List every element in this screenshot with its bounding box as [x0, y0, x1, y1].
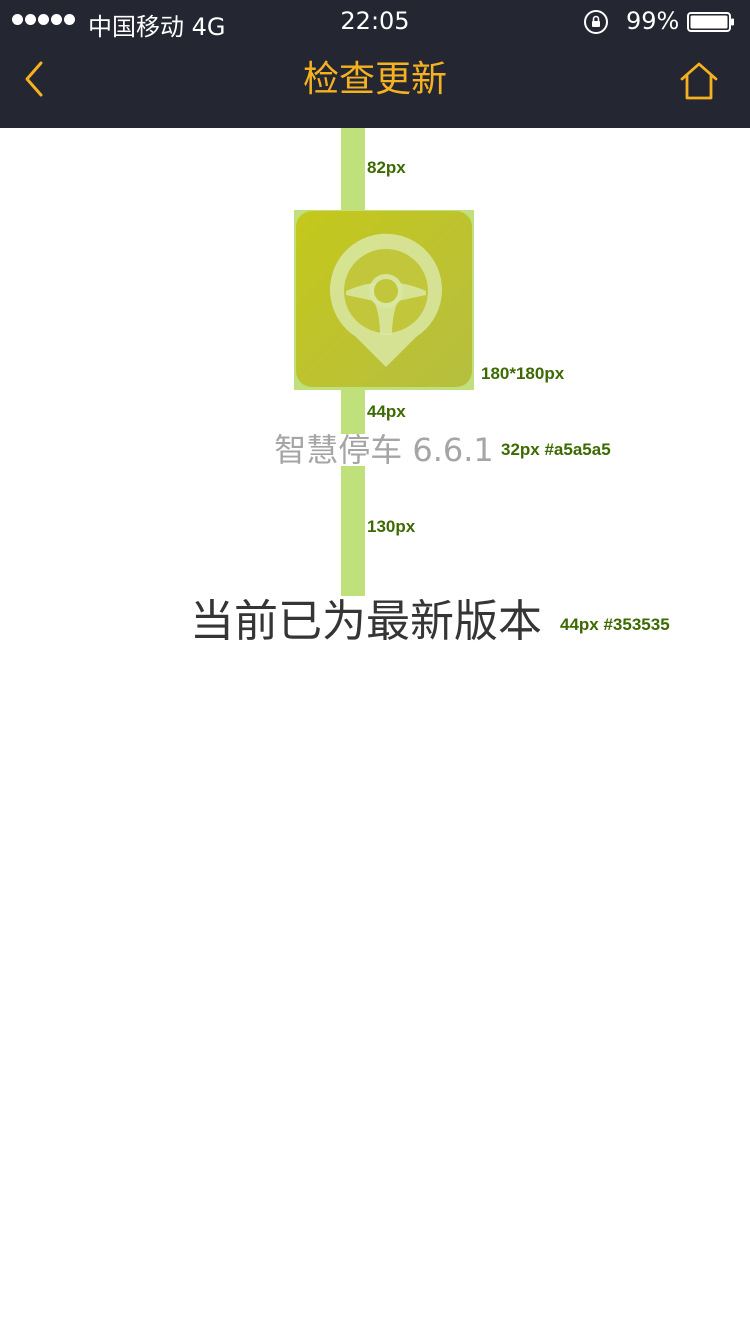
battery-icon	[687, 12, 734, 32]
battery-percent: 99%	[626, 7, 680, 35]
annotation-name-spec: 32px #a5a5a5	[501, 440, 611, 459]
steering-wheel-pin-icon	[330, 233, 442, 367]
update-check-screen: 中国移动 4G 22:05 99% 检查更新 82px 180*180px 44…	[0, 0, 750, 1334]
annotation-top-gap: 82px	[367, 158, 406, 177]
measure-bar-message-gap	[341, 466, 365, 596]
annotation-icon-gap: 44px	[367, 402, 406, 421]
up-to-date-message: 当前已为最新版本	[190, 596, 542, 647]
home-button[interactable]	[678, 60, 720, 102]
annotation-message-gap: 130px	[367, 517, 416, 536]
app-name-version: 智慧停车 6.6.1	[274, 431, 494, 469]
annotation-message-spec: 44px #353535	[560, 615, 670, 634]
app-icon	[296, 211, 472, 387]
app-icon-frame	[294, 210, 474, 390]
home-icon	[680, 62, 718, 100]
annotation-icon-size: 180*180px	[481, 364, 565, 383]
rotation-lock-icon	[584, 10, 608, 34]
navigation-bar: 检查更新	[0, 44, 750, 128]
status-bar: 中国移动 4G 22:05 99%	[0, 0, 750, 44]
page-title: 检查更新	[302, 59, 447, 100]
app-name-version-row: 智慧停车 6.6.1	[0, 428, 750, 472]
measure-bar-top-gap	[341, 128, 365, 210]
